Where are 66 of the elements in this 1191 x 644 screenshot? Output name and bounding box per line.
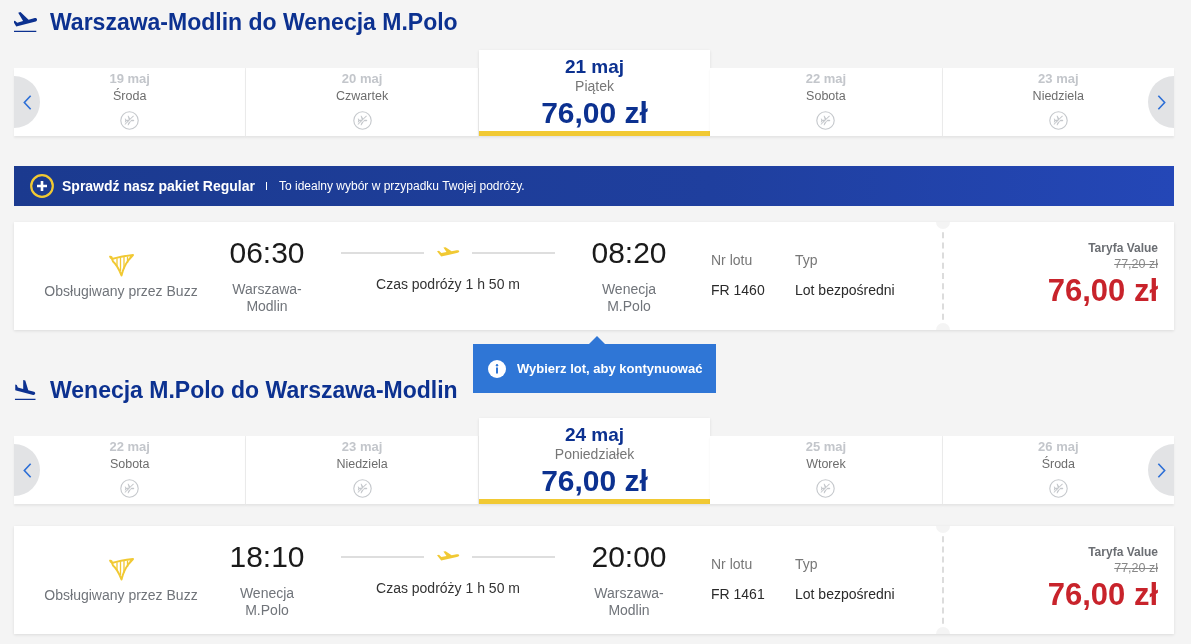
banner-text: To idealny wybór w przypadku Twojej podróży.: [278, 179, 525, 193]
fare-price: 76,00 zł: [1047, 578, 1158, 612]
section-title: Warszawa-Modlin do Wenecja M.Polo: [50, 8, 458, 36]
departure-airport: Warszawa-Modlin: [231, 281, 303, 315]
date-tab[interactable]: 25 maj Wtorek: [710, 436, 943, 504]
departure-time: 18:10: [229, 539, 305, 575]
fare-name: Taryfa Value: [1088, 240, 1158, 256]
chevron-right-icon: [1156, 461, 1166, 479]
flight-card[interactable]: Obsługiwany przez Buzz 06:30 Warszawa-Modlin Czas podróży 1 h 50 m 08:20 Wenecja M.Polo Nr lotu FR 1460 Typ Lot bezpośredni Taryfa Value 77,20 zł 76,00 zł: [14, 222, 1174, 330]
arrival-time: 20:00: [591, 539, 667, 575]
tooltip-text: Wybierz lot, aby kontynuować: [517, 361, 703, 376]
date-tab[interactable]: 20 maj Czwartek: [246, 68, 479, 136]
takeoff-plane-icon: [14, 12, 37, 32]
plane-icon: [436, 247, 460, 259]
plane-icon: [436, 551, 460, 563]
date-tab[interactable]: 21 maj Piątek 76,00 zł: [478, 50, 711, 136]
no-flights-icon: [120, 111, 140, 130]
date-tab[interactable]: 22 maj Sobota: [710, 68, 943, 136]
flight-number-label: Nr lotu: [711, 251, 753, 269]
date-tab[interactable]: 23 maj Niedziela: [246, 436, 479, 504]
date-tab[interactable]: 26 maj Środa: [942, 436, 1175, 504]
ticket-notch: [936, 627, 950, 634]
plus-circle-icon: [30, 174, 54, 198]
chevron-right-icon: [1156, 93, 1166, 111]
chevron-left-icon: [22, 93, 32, 111]
no-flights-icon: [816, 479, 836, 498]
old-price: 77,20 zł: [1114, 560, 1158, 576]
chevron-left-icon: [22, 461, 32, 479]
date-tab[interactable]: 19 maj Środa: [14, 68, 247, 136]
flight-number: FR 1461: [711, 585, 765, 603]
no-flights-icon: [1048, 479, 1068, 498]
promo-banner[interactable]: Sprawdź nasz pakiet Regular To idealny wybór w przypadku Twojej podróży.: [14, 166, 1174, 206]
departure-time: 06:30: [229, 235, 305, 271]
flight-card[interactable]: Obsługiwany przez Buzz 18:10 Wenecja M.Polo Czas podróży 1 h 50 m 20:00 Warszawa-Modlin Nr lotu FR 1461 Typ Lot bezpośredni Taryfa Value 77,20 zł 76,00 zł: [14, 526, 1174, 634]
landing-plane-icon: [14, 380, 37, 400]
banner-title: Sprawdź nasz pakiet Regular: [62, 178, 255, 194]
arrival-time: 08:20: [591, 235, 667, 271]
flight-type-label: Typ: [795, 555, 818, 573]
no-flights-icon: [352, 479, 372, 498]
flight-type: Lot bezpośredni: [795, 585, 895, 603]
arrival-airport: Wenecja M.Polo: [600, 281, 658, 315]
duration-text: Czas podróży 1 h 50 m: [376, 579, 520, 597]
flight-number: FR 1460: [711, 281, 765, 299]
no-flights-icon: [120, 479, 140, 498]
operator-label: Obsługiwany przez Buzz: [44, 282, 198, 300]
arrival-airport: Warszawa-Modlin: [593, 585, 665, 619]
no-flights-icon: [352, 111, 372, 130]
ticket-notch: [936, 323, 950, 330]
flight-type: Lot bezpośredni: [795, 281, 895, 299]
fare-price: 76,00 zł: [1047, 274, 1158, 308]
duration-text: Czas podróży 1 h 50 m: [376, 275, 520, 293]
flight-type-label: Typ: [795, 251, 818, 269]
date-tab[interactable]: 24 maj Poniedziałek 76,00 zł: [478, 418, 711, 504]
no-flights-icon: [1048, 111, 1068, 130]
old-price: 77,20 zł: [1114, 256, 1158, 272]
flight-number-label: Nr lotu: [711, 555, 753, 573]
section-title: Wenecja M.Polo do Warszawa-Modlin: [50, 376, 458, 404]
info-icon: [488, 359, 506, 378]
fare-name: Taryfa Value: [1088, 544, 1158, 560]
date-tab[interactable]: 23 maj Niedziela: [942, 68, 1175, 136]
date-tab[interactable]: 22 maj Sobota: [14, 436, 247, 504]
harp-icon: [108, 253, 134, 277]
operator-label: Obsługiwany przez Buzz: [44, 586, 198, 604]
no-flights-icon: [816, 111, 836, 130]
harp-icon: [108, 557, 134, 581]
departure-airport: Wenecja M.Polo: [238, 585, 296, 619]
